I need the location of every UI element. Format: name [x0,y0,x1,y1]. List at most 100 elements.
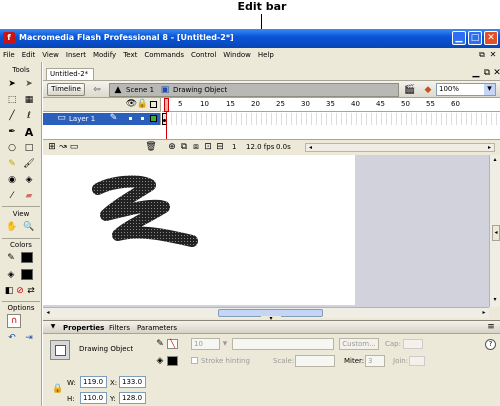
drawing-object-scribble[interactable] [88,175,198,255]
panel-close-icon[interactable]: ✕ [493,68,500,78]
miter-field[interactable]: 3 [365,355,385,367]
edit-symbols-icon[interactable]: ◆ [421,83,435,97]
menu-insert[interactable]: Insert [66,51,86,59]
back-arrow-icon[interactable]: ⇦ [91,84,103,96]
h-field[interactable]: 110.0 [80,392,107,404]
menu-file[interactable]: File [3,51,15,59]
ink-bottle-tool-icon[interactable]: ◉ [5,173,19,187]
tab-filters[interactable]: Filters [109,324,130,332]
center-frame-icon[interactable]: ⊕ [167,142,177,152]
layer-row[interactable]: ▭ Layer 1 ✎ [43,113,161,125]
insert-layer-icon[interactable]: ⊞ [47,142,57,152]
rectangle-tool-icon[interactable]: □ [22,141,36,155]
delete-layer-icon[interactable]: 🗑 [145,142,156,152]
w-field[interactable]: 119.0 [80,376,107,388]
swap-colors-icon[interactable]: ⇄ [26,286,36,296]
text-tool-icon[interactable]: A [22,125,36,139]
tab-parameters[interactable]: Parameters [137,324,177,332]
snap-magnet-icon[interactable]: ∩ [7,314,21,328]
document-tab[interactable]: Untitled-2* [46,68,94,80]
brush-tool-icon[interactable]: 🖌 [22,157,36,171]
menu-modify[interactable]: Modify [93,51,116,59]
menu-commands[interactable]: Commands [144,51,184,59]
layer-visible-dot[interactable] [129,117,132,120]
show-layers-icon[interactable]: 👁 [126,100,137,109]
black-white-icon[interactable]: ◧ [4,286,14,296]
selection-tool-icon[interactable]: ➤ [5,77,19,91]
panel-expand-arrow-icon[interactable]: ▼ [49,323,57,331]
layer-frames[interactable] [162,113,500,125]
oval-tool-icon[interactable]: ○ [5,141,19,155]
stroke-hinting-checkbox[interactable] [191,357,198,364]
scroll-left-icon[interactable]: ◂ [43,308,53,318]
layer-name[interactable]: Layer 1 [69,115,95,123]
minimize-button[interactable]: ▁ [452,31,466,45]
insert-folder-icon[interactable]: ▭ [69,142,79,152]
free-transform-tool-icon[interactable]: ⬚ [5,93,19,107]
fill-color-field[interactable] [167,356,178,366]
panel-restore-icon[interactable]: ⧉ [482,68,492,78]
menu-view[interactable]: View [42,51,59,59]
lock-layers-icon[interactable]: 🔒 [137,100,148,109]
zoom-tool-icon[interactable]: 🔍 [22,220,36,234]
fill-color-swatch[interactable] [21,269,33,280]
breadcrumb-scene[interactable]: Scene 1 [126,86,154,94]
stage[interactable] [43,155,355,305]
maximize-button[interactable]: □ [468,31,482,45]
document-close-icon[interactable]: ✕ [488,49,498,60]
add-motion-guide-icon[interactable]: ↝ [58,142,68,152]
stroke-size-field[interactable]: 10 [191,338,220,350]
x-field[interactable]: 133.0 [119,376,146,388]
cap-dropdown[interactable] [403,339,423,349]
subselection-tool-icon[interactable]: ➤ [22,77,36,91]
hand-tool-icon[interactable]: ✋ [5,220,19,234]
scroll-down-icon[interactable]: ▾ [490,295,500,305]
playhead-marker[interactable] [164,98,169,112]
menu-text[interactable]: Text [123,51,137,59]
modify-onion-markers-icon[interactable]: ⊟ [215,142,225,152]
stroke-style-dropdown[interactable] [232,338,334,350]
scale-dropdown[interactable] [295,355,335,367]
zoom-dropdown[interactable]: 100% ▾ [436,83,496,96]
menu-help[interactable]: Help [258,51,274,59]
timeline-hscroll[interactable]: ◂ ▸ [305,143,495,152]
right-panel-collapse-icon[interactable]: ◂ [492,225,500,241]
menu-control[interactable]: Control [191,51,216,59]
no-color-icon[interactable]: ⊘ [15,286,25,296]
outline-layers-icon[interactable] [150,101,157,108]
close-button[interactable]: ✕ [484,31,498,45]
edit-multiple-frames-icon[interactable]: ⊡ [203,142,213,152]
tab-properties[interactable]: Properties [63,324,104,332]
onion-skin-outlines-icon[interactable]: ⧈ [191,142,201,152]
panel-options-icon[interactable]: ≡ [486,323,496,332]
stroke-color-swatch[interactable] [21,252,33,263]
layer-lock-dot[interactable] [141,117,144,120]
pencil-tool-icon[interactable]: ✎ [5,157,19,171]
lasso-tool-icon[interactable]: ℓ [22,109,36,123]
y-field[interactable]: 128.0 [119,392,146,404]
panel-minimize-icon[interactable]: ▁ [471,68,481,78]
pen-tool-icon[interactable]: ✒ [5,125,19,139]
scroll-right-icon[interactable]: ▸ [485,144,494,151]
scroll-up-icon[interactable]: ▴ [490,155,500,165]
help-icon[interactable]: ? [485,339,496,350]
smooth-icon[interactable]: ↶ [5,332,19,344]
paint-bucket-tool-icon[interactable]: ◈ [22,173,36,187]
scroll-left-icon[interactable]: ◂ [306,144,315,151]
timeline-toggle-button[interactable]: Timeline [47,83,85,96]
eyedropper-tool-icon[interactable]: ⁄ [5,189,19,203]
straighten-icon[interactable]: ⇥ [22,332,36,344]
join-dropdown[interactable] [409,356,425,366]
stroke-size-arrow-icon[interactable]: ▾ [221,339,229,349]
scroll-right-icon[interactable]: ▸ [479,308,489,318]
eraser-tool-icon[interactable]: ▰ [22,189,36,203]
edit-scene-icon[interactable]: 🎬 [403,83,417,97]
menu-window[interactable]: Window [223,51,251,59]
layer-outline-swatch[interactable] [150,115,157,122]
line-tool-icon[interactable]: ╱ [5,109,19,123]
zoom-dropdown-arrow-icon[interactable]: ▾ [484,84,495,95]
custom-button[interactable]: Custom... [339,338,379,350]
menu-edit[interactable]: Edit [22,51,36,59]
onion-skin-icon[interactable]: ⧉ [179,142,189,152]
fill-transform-tool-icon[interactable]: ▦ [22,93,36,107]
